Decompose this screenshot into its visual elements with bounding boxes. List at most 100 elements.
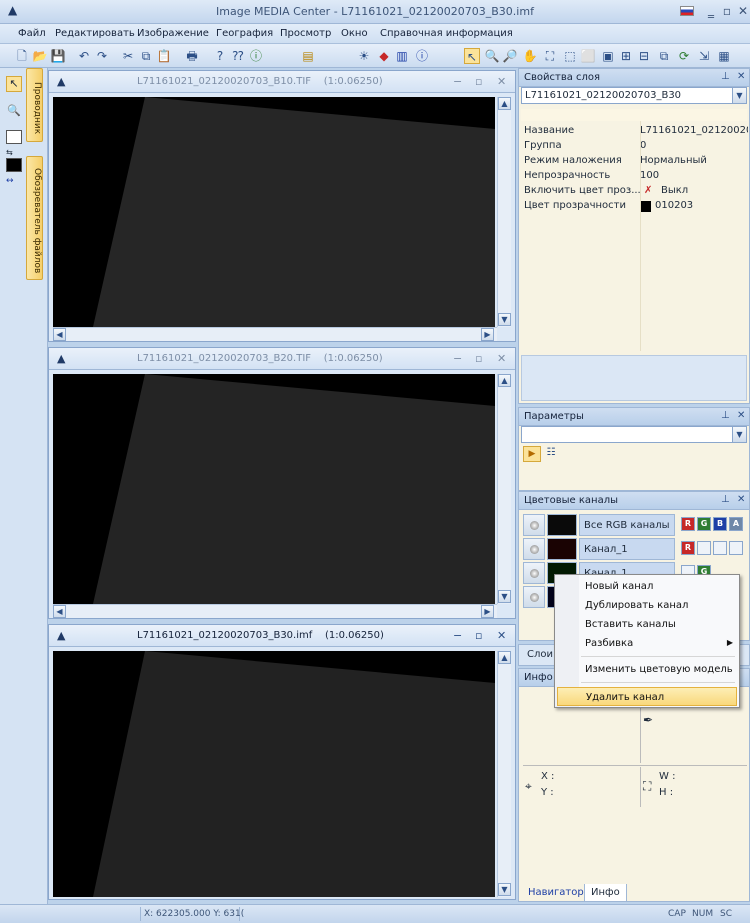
maximize-icon[interactable]: ▫ xyxy=(475,75,482,88)
menu-window[interactable]: Окно xyxy=(341,28,368,39)
undo-icon[interactable]: ↶ xyxy=(76,48,92,64)
zoom-out-icon[interactable]: 🔎 xyxy=(502,48,518,64)
apply-icon[interactable]: ▶ xyxy=(523,446,541,462)
grid-icon[interactable]: ⊟ xyxy=(636,48,652,64)
swap-colors-icon[interactable]: ⇆ xyxy=(6,148,13,157)
scroll-up-icon[interactable]: ▲ xyxy=(498,651,511,664)
copy-icon[interactable]: ⧉ xyxy=(138,48,154,64)
vertical-scrollbar[interactable]: ▲ ▼ xyxy=(497,374,511,604)
close-icon[interactable]: ✕ xyxy=(497,75,506,88)
fit-height-icon[interactable]: ⬜ xyxy=(580,48,596,64)
minimize-icon[interactable]: − xyxy=(453,352,462,365)
actual-size-icon[interactable]: ▣ xyxy=(600,48,616,64)
refresh-icon[interactable]: ⟳ xyxy=(676,48,692,64)
brightness-icon[interactable]: ☀ xyxy=(356,48,372,64)
vertical-scrollbar[interactable]: ▲ ▼ xyxy=(497,651,511,897)
tab-file-browser[interactable]: Обозреватель файлов xyxy=(26,156,43,280)
chevron-down-icon[interactable]: ▼ xyxy=(732,427,746,442)
language-flag-icon[interactable] xyxy=(680,6,694,16)
info-icon[interactable]: ⓘ xyxy=(248,48,264,64)
channel-green-toggle[interactable]: G xyxy=(697,517,711,531)
scroll-up-icon[interactable]: ▲ xyxy=(498,97,511,110)
visibility-eye-icon[interactable] xyxy=(523,538,545,560)
channel-alpha-toggle[interactable]: A xyxy=(729,517,743,531)
reset-colors-icon[interactable]: ↔ xyxy=(6,176,14,186)
menu-view[interactable]: Просмотр xyxy=(280,28,331,39)
window-list-icon[interactable]: ▦ xyxy=(716,48,732,64)
channel-row[interactable]: Канал_1 R xyxy=(523,538,745,560)
close-icon[interactable]: ✕ xyxy=(734,3,750,19)
scroll-down-icon[interactable]: ▼ xyxy=(498,883,511,896)
magnifier-tool-icon[interactable]: 🔍 xyxy=(6,104,22,120)
tab-info[interactable]: Инфо xyxy=(584,884,627,902)
list-view-icon[interactable]: ☷ xyxy=(543,446,559,462)
color-swatch[interactable] xyxy=(640,201,651,212)
redo-icon[interactable]: ↷ xyxy=(94,48,110,64)
color-balance-icon[interactable]: ◆ xyxy=(376,48,392,64)
channel-blue-toggle[interactable]: B xyxy=(713,517,727,531)
close-icon[interactable]: ✕ xyxy=(737,494,745,505)
close-icon[interactable]: ✕ xyxy=(497,629,506,642)
open-folder-icon[interactable]: 📂 xyxy=(32,48,48,64)
menu-item-paste-channels[interactable]: Вставить каналы xyxy=(555,615,739,634)
channel-green-toggle[interactable] xyxy=(697,541,711,555)
fit-width-icon[interactable]: ⬚ xyxy=(562,48,578,64)
scroll-down-icon[interactable]: ▼ xyxy=(498,590,511,603)
tab-layers[interactable]: Слои xyxy=(527,649,553,660)
tile-icon[interactable]: ⊞ xyxy=(618,48,634,64)
channel-row[interactable]: Все RGB каналы R G B A xyxy=(523,514,745,536)
menu-edit[interactable]: Редактировать xyxy=(55,28,135,39)
visibility-eye-icon[interactable] xyxy=(523,562,545,584)
vertical-scrollbar[interactable]: ▲ ▼ xyxy=(497,97,511,327)
pointer-tool-icon[interactable]: ↖ xyxy=(464,48,480,64)
scroll-left-icon[interactable]: ◀ xyxy=(53,328,66,341)
pin-icon[interactable]: ⊥ xyxy=(721,410,730,421)
scroll-right-icon[interactable]: ▶ xyxy=(481,328,494,341)
image-canvas[interactable] xyxy=(53,97,495,327)
menu-item-split[interactable]: Разбивка ▶ xyxy=(555,634,739,653)
maximize-icon[interactable]: ▫ xyxy=(475,629,482,642)
cascade-icon[interactable]: ⧉ xyxy=(656,48,672,64)
background-color-swatch[interactable] xyxy=(6,130,22,144)
visibility-eye-icon[interactable] xyxy=(523,586,545,608)
pan-hand-icon[interactable]: ✋ xyxy=(522,48,538,64)
channel-alpha-toggle[interactable] xyxy=(729,541,743,555)
layer-select[interactable]: L71161021_02120020703_B30 ▼ xyxy=(521,87,747,104)
minimize-icon[interactable]: − xyxy=(453,629,462,642)
image-canvas[interactable] xyxy=(53,651,495,897)
menu-item-change-color-model[interactable]: Изменить цветовую модель xyxy=(555,660,739,679)
menu-image[interactable]: Изображение xyxy=(137,28,209,39)
save-icon[interactable]: 💾 xyxy=(50,48,66,64)
pin-icon[interactable]: ⊥ xyxy=(721,71,730,82)
menu-geography[interactable]: География xyxy=(216,28,273,39)
parameters-select[interactable]: ▼ xyxy=(521,426,747,443)
scroll-up-icon[interactable]: ▲ xyxy=(498,374,511,387)
channel-blue-toggle[interactable] xyxy=(713,541,727,555)
new-file-icon[interactable]: 🗋 xyxy=(14,48,30,64)
menu-item-new-channel[interactable]: Новый канал xyxy=(555,577,739,596)
image-canvas[interactable] xyxy=(53,374,495,604)
help-icon[interactable]: ? xyxy=(212,48,228,64)
channel-red-toggle[interactable]: R xyxy=(681,541,695,555)
menu-file[interactable]: Файл xyxy=(18,28,46,39)
paste-icon[interactable]: 📋 xyxy=(156,48,172,64)
close-icon[interactable]: ✕ xyxy=(737,71,745,82)
tab-navigator[interactable]: Навигатор xyxy=(522,884,590,902)
chevron-down-icon[interactable]: ▼ xyxy=(732,88,746,103)
context-help-icon[interactable]: ⁇ xyxy=(230,48,246,64)
print-icon[interactable]: 🖶 xyxy=(184,48,200,64)
horizontal-scrollbar[interactable]: ◀ ▶ xyxy=(53,604,497,618)
properties-icon[interactable]: ⓘ xyxy=(414,48,430,64)
pin-icon[interactable]: ⊥ xyxy=(721,494,730,505)
menu-help[interactable]: Справочная информация xyxy=(380,28,513,39)
horizontal-scrollbar[interactable]: ◀ ▶ xyxy=(53,327,497,341)
menu-item-delete-channel[interactable]: Удалить канал xyxy=(557,687,737,706)
scanner-icon[interactable]: ▤ xyxy=(300,48,316,64)
close-icon[interactable]: ✕ xyxy=(497,352,506,365)
scroll-left-icon[interactable]: ◀ xyxy=(53,605,66,618)
histogram-icon[interactable]: ▥ xyxy=(394,48,410,64)
visibility-eye-icon[interactable] xyxy=(523,514,545,536)
menu-item-duplicate-channel[interactable]: Дублировать канал xyxy=(555,596,739,615)
zoom-tool-icon[interactable]: 🔍 xyxy=(484,48,500,64)
scroll-right-icon[interactable]: ▶ xyxy=(481,605,494,618)
